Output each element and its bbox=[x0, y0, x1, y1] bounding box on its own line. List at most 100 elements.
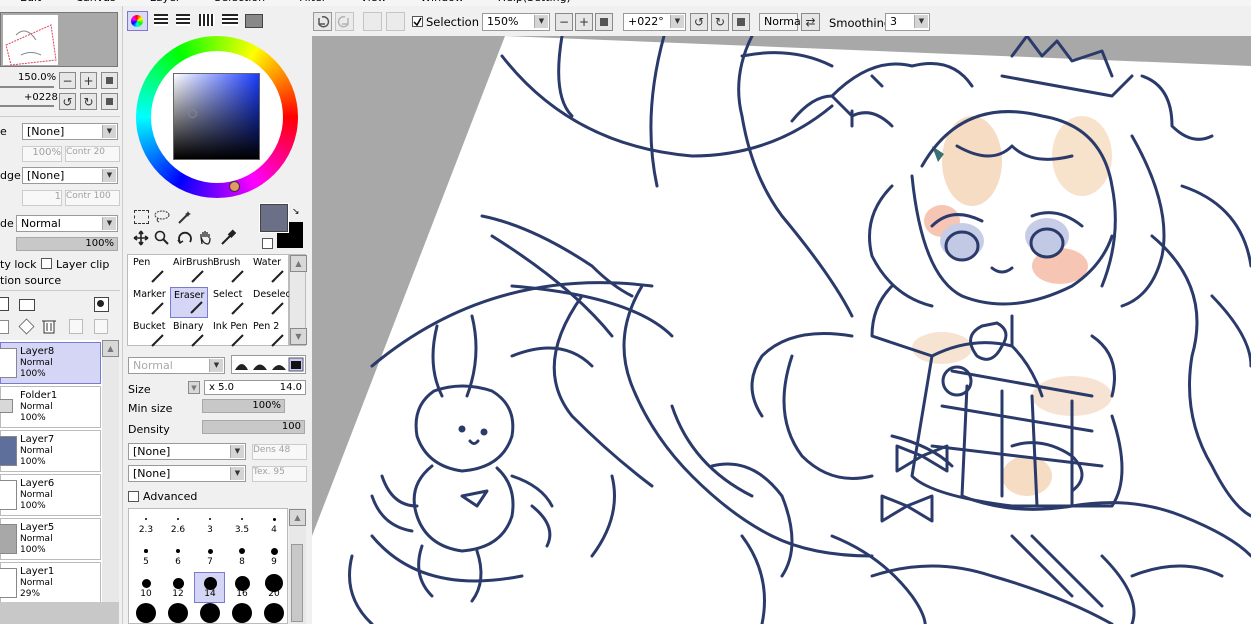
invert-selection-button[interactable] bbox=[386, 12, 405, 31]
brush-size-label[interactable]: 2.6 bbox=[163, 525, 193, 535]
tool-water[interactable]: Water bbox=[250, 255, 288, 286]
zoom-select[interactable]: 150% ▼ bbox=[482, 13, 550, 31]
layer-list-scrollbar[interactable]: ▲ bbox=[102, 340, 119, 602]
layer-row[interactable]: Folder1 Normal 100% bbox=[0, 386, 101, 428]
smoothing-select[interactable]: 3 ▼ bbox=[885, 13, 930, 31]
nav-zoom-in-button[interactable]: + bbox=[80, 72, 97, 89]
tool-eraser[interactable]: Eraser bbox=[170, 287, 208, 318]
menu-item-help-setting[interactable]: Help(Setting) bbox=[498, 0, 571, 4]
nav-zoom-reset-button[interactable] bbox=[101, 72, 118, 89]
deselect-toolbar-button[interactable] bbox=[363, 12, 382, 31]
hand-icon[interactable] bbox=[198, 229, 214, 246]
saturation-value-square[interactable] bbox=[173, 73, 260, 160]
menu-item-layer[interactable]: Layer bbox=[150, 0, 181, 4]
rotate-right-button[interactable]: ↻ bbox=[711, 13, 729, 31]
brush-size-label[interactable]: 4 bbox=[259, 525, 287, 535]
brush-size-dot[interactable] bbox=[144, 549, 148, 553]
layer-row[interactable]: Layer8 Normal 100% bbox=[0, 342, 101, 384]
layer-row[interactable]: Layer1 Normal 29% bbox=[0, 562, 101, 604]
swap-colors-icon[interactable]: ↘ bbox=[292, 207, 300, 217]
navigator-zoom-slider[interactable] bbox=[0, 86, 54, 88]
layer-mask-icon[interactable] bbox=[94, 297, 109, 312]
canvas-drawing[interactable] bbox=[312, 36, 1251, 624]
menu-item-canvas[interactable]: Canvas bbox=[75, 0, 115, 4]
brush-size-dot[interactable] bbox=[168, 603, 188, 623]
brush-size-dot[interactable] bbox=[232, 603, 252, 623]
tool-deselect[interactable]: Deselect bbox=[250, 287, 294, 318]
scroll-up-icon[interactable]: ▲ bbox=[289, 509, 306, 526]
tool-palette-scrollbar[interactable]: ▲ ▼ bbox=[289, 254, 307, 346]
brush-size-label[interactable]: 12 bbox=[163, 589, 193, 599]
tool-ink-pen[interactable]: Ink Pen bbox=[210, 319, 248, 350]
tool-select[interactable]: Select bbox=[210, 287, 248, 318]
rotate-icon[interactable] bbox=[177, 230, 193, 246]
brush-size-dot[interactable] bbox=[172, 577, 184, 589]
brush-size-dot[interactable] bbox=[176, 549, 180, 553]
transparent-color-icon[interactable] bbox=[262, 238, 273, 249]
hsv-slider-mode-icon[interactable] bbox=[176, 14, 190, 26]
brush-size-label[interactable]: 8 bbox=[227, 557, 257, 567]
rotate-reset-button[interactable] bbox=[732, 13, 750, 31]
zoom-reset-button[interactable] bbox=[595, 13, 613, 31]
nav-rotate-left-button[interactable]: ↺ bbox=[59, 93, 76, 110]
layer-opacity-slider[interactable]: 100% bbox=[16, 237, 118, 251]
primary-color-swatch[interactable] bbox=[259, 203, 289, 233]
angle-select[interactable]: +022° ▼ bbox=[623, 13, 686, 31]
brush-blend-select[interactable]: Normal ▼ bbox=[128, 357, 225, 374]
swatches-mode-icon[interactable] bbox=[222, 14, 238, 26]
menu-item-window[interactable]: Window bbox=[420, 0, 463, 4]
flip-horizontal-button[interactable]: ⇄ bbox=[801, 13, 820, 31]
canvas-area[interactable] bbox=[312, 36, 1251, 624]
brush-size-dot[interactable] bbox=[141, 578, 151, 588]
brush-size-dot[interactable] bbox=[239, 548, 245, 554]
undo-button[interactable] bbox=[313, 12, 332, 31]
eyedropper-icon[interactable] bbox=[220, 229, 237, 246]
tool-pen[interactable]: Pen bbox=[130, 255, 168, 286]
redo-button[interactable] bbox=[335, 12, 354, 31]
nav-zoom-out-button[interactable]: − bbox=[59, 72, 76, 89]
layer-row[interactable]: Layer5 Normal 100% bbox=[0, 518, 101, 560]
brush-size-label[interactable]: 14 bbox=[195, 589, 225, 599]
brush-size-label[interactable]: 10 bbox=[131, 589, 161, 599]
zoom-out-button[interactable]: − bbox=[555, 13, 573, 31]
brush-size-label[interactable]: 5 bbox=[131, 557, 161, 567]
move-icon[interactable] bbox=[133, 230, 149, 246]
zoom-icon[interactable] bbox=[154, 230, 170, 246]
rect-select-icon[interactable] bbox=[134, 210, 149, 224]
menu-item-selection[interactable]: Selection bbox=[214, 0, 265, 4]
tool-airbrush[interactable]: AirBrush bbox=[170, 255, 213, 286]
brush-size-field[interactable]: x 5.0 14.0 bbox=[204, 380, 306, 395]
layer-blend-mode-select[interactable]: Normal ▼ bbox=[16, 215, 118, 232]
tool-binary[interactable]: Binary bbox=[170, 319, 208, 350]
layer-effect-select[interactable]: [None] ▼ bbox=[22, 167, 118, 184]
layer-texture-select[interactable]: [None] ▼ bbox=[22, 123, 118, 140]
nav-rotate-reset-button[interactable] bbox=[101, 93, 118, 110]
menu-item-edit[interactable]: Edit bbox=[20, 0, 41, 4]
brush-size-dot[interactable] bbox=[272, 517, 276, 521]
brush-size-scrollbar[interactable]: ▲ bbox=[289, 508, 306, 624]
scratchpad-mode-icon[interactable] bbox=[245, 14, 263, 28]
scroll-up-icon[interactable]: ▲ bbox=[102, 340, 119, 357]
tool-marker[interactable]: Marker bbox=[130, 287, 168, 318]
layer-clip-checkbox[interactable] bbox=[41, 258, 52, 269]
brush-size-label[interactable]: 6 bbox=[163, 557, 193, 567]
brush-size-label[interactable]: 3.5 bbox=[227, 525, 257, 535]
lasso-icon[interactable] bbox=[154, 209, 170, 223]
brush-size-dot[interactable] bbox=[200, 603, 220, 623]
color-wheel-mode-button[interactable] bbox=[127, 11, 148, 31]
advanced-checkbox[interactable] bbox=[128, 491, 139, 502]
new-layer-icon[interactable] bbox=[0, 297, 9, 311]
tool-brush[interactable]: Brush bbox=[210, 255, 248, 286]
selection-checkbox[interactable] bbox=[412, 16, 423, 27]
zoom-in-button[interactable]: + bbox=[575, 13, 593, 31]
brush-size-label[interactable]: 20 bbox=[259, 589, 287, 599]
layer-row[interactable]: Layer6 Normal 100% bbox=[0, 474, 101, 516]
menu-item-filter[interactable]: Filter bbox=[299, 0, 326, 4]
copy-layer-icon[interactable] bbox=[0, 320, 9, 334]
brush-size-label[interactable]: 9 bbox=[259, 557, 287, 567]
magic-wand-icon[interactable] bbox=[177, 209, 193, 225]
brush-size-dot[interactable] bbox=[177, 518, 179, 520]
trash-icon[interactable] bbox=[42, 318, 56, 334]
tool-pen-2[interactable]: Pen 2 bbox=[250, 319, 288, 350]
brush-size-dot[interactable] bbox=[264, 603, 284, 623]
